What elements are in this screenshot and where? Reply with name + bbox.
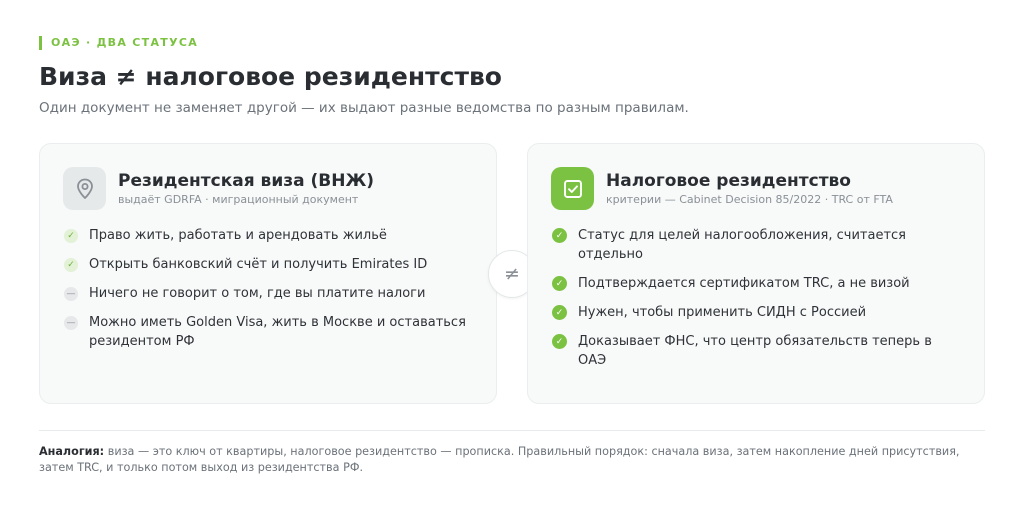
list-item-text: Открыть банковский счёт и получить Emira… [89,257,428,272]
card-title: Налоговое резидентство [606,171,851,191]
list-item: ✓ Нужен, чтобы применить СИДН с Россией [552,303,947,322]
list-item-text: Статус для целей налогообложения, считае… [578,228,906,262]
tax-residency-card: Налоговое резидентство критерии — Cabine… [527,143,985,404]
tax-residency-facts-list: ✓ Статус для целей налогообложения, счит… [552,226,947,380]
check-icon: ✓ [552,228,567,243]
card-subtitle: критерии — Cabinet Decision 85/2022 · TR… [606,193,893,206]
list-item: — Ничего не говорит о том, где вы платит… [64,284,484,303]
analogy-note: Аналогия: виза — это ключ от квартиры, н… [39,444,985,475]
check-icon: ✓ [552,276,567,291]
eyebrow-label: ОАЭ · ДВА СТАТУСА [39,36,198,50]
check-icon: ✓ [64,228,78,243]
divider [39,430,985,431]
location-pin-icon [63,167,106,210]
list-item: — Можно иметь Golden Visa, жить в Москве… [64,313,484,351]
list-item-text: Право жить, работать и арендовать жильё [89,228,387,243]
page-subtitle: Один документ не заменяет другой — их вы… [39,100,689,116]
analogy-label: Аналогия: [39,445,105,458]
dash-icon: — [64,315,78,330]
list-item-text: Ничего не говорит о том, где вы платите … [89,286,426,301]
check-icon: ✓ [64,257,78,272]
card-subtitle: выдаёт GDRFA · миграционный документ [118,193,359,206]
analogy-text: виза — это ключ от квартиры, налоговое р… [39,445,960,474]
list-item-text: Подтверждается сертификатом TRC, а не ви… [578,276,910,291]
card-title: Резидентская виза (ВНЖ) [118,171,375,191]
list-item: ✓ Подтверждается сертификатом TRC, а не … [552,274,947,293]
list-item: ✓ Статус для целей налогообложения, счит… [552,226,947,264]
checkbox-icon [551,167,594,210]
dash-icon: — [64,286,78,301]
residence-visa-card: Резидентская виза (ВНЖ) выдаёт GDRFA · м… [39,143,497,404]
list-item-text: Нужен, чтобы применить СИДН с Россией [578,305,867,320]
check-icon: ✓ [552,334,567,349]
check-icon: ✓ [552,305,567,320]
page-title: Виза ≠ налоговое резидентство [39,62,502,91]
visa-facts-list: ✓ Право жить, работать и арендовать жиль… [64,226,484,361]
list-item-text: Доказывает ФНС, что центр обязательств т… [578,334,932,368]
list-item-text: Можно иметь Golden Visa, жить в Москве и… [89,315,466,349]
list-item: ✓ Открыть банковский счёт и получить Emi… [64,255,484,274]
slide: ОАЭ · ДВА СТАТУСА Виза ≠ налоговое резид… [0,0,1024,513]
list-item: ✓ Право жить, работать и арендовать жиль… [64,226,484,245]
list-item: ✓ Доказывает ФНС, что центр обязательств… [552,332,947,370]
